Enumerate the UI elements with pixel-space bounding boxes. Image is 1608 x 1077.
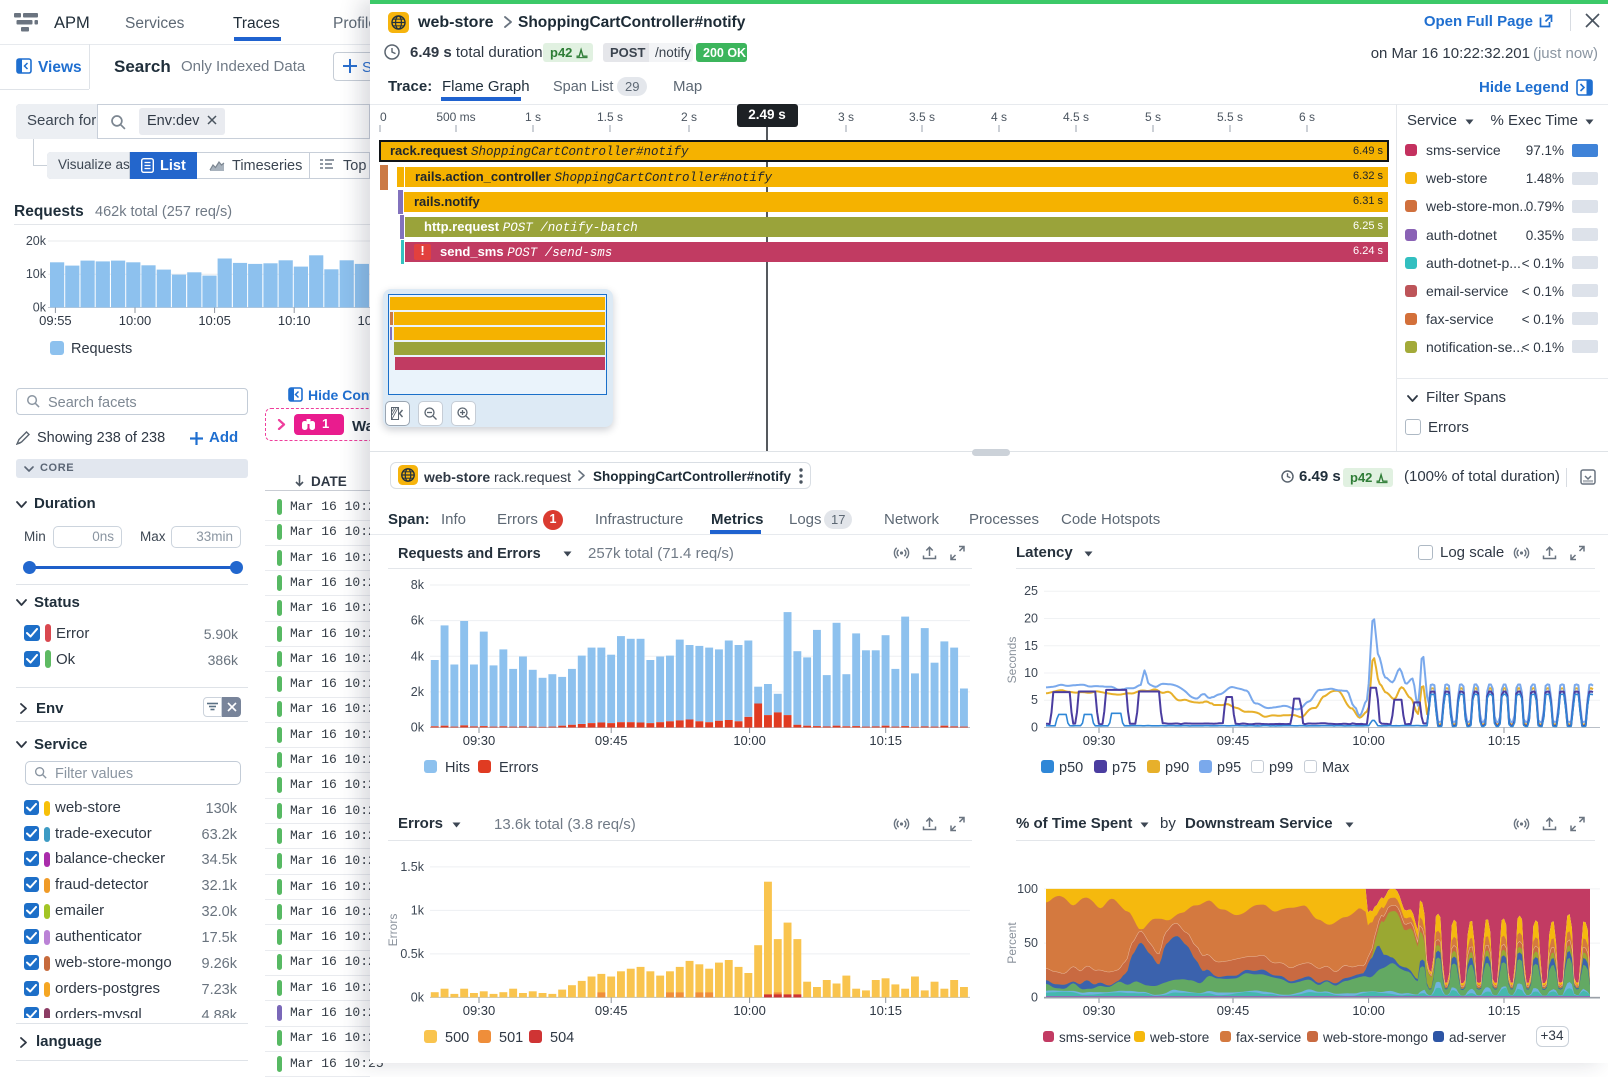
svg-text:Percent: Percent <box>1005 922 1019 964</box>
svg-text:0.5k: 0.5k <box>400 947 424 961</box>
svg-text:09:45: 09:45 <box>595 1003 628 1018</box>
svg-text:09:45: 09:45 <box>595 733 628 748</box>
svg-text:09:30: 09:30 <box>463 733 496 748</box>
svg-text:6k: 6k <box>411 614 425 628</box>
svg-text:10:00: 10:00 <box>733 1003 766 1018</box>
svg-text:Errors: Errors <box>386 914 400 947</box>
svg-text:09:30: 09:30 <box>463 1003 496 1018</box>
svg-text:10: 10 <box>1024 666 1038 680</box>
svg-text:10:15: 10:15 <box>869 733 902 748</box>
svg-text:0k: 0k <box>411 721 425 735</box>
svg-text:10:15: 10:15 <box>1488 1003 1521 1018</box>
svg-text:100: 100 <box>1017 882 1038 896</box>
svg-text:0: 0 <box>1031 721 1038 735</box>
svg-text:09:45: 09:45 <box>1217 733 1250 748</box>
svg-text:10:15: 10:15 <box>869 1003 902 1018</box>
svg-text:10:00: 10:00 <box>1352 1003 1385 1018</box>
svg-text:10:00: 10:00 <box>733 733 766 748</box>
svg-text:1k: 1k <box>411 903 425 917</box>
svg-text:0k: 0k <box>411 990 425 1004</box>
svg-text:8k: 8k <box>411 578 425 592</box>
svg-text:09:30: 09:30 <box>1083 733 1116 748</box>
svg-text:20: 20 <box>1024 612 1038 626</box>
svg-text:10:00: 10:00 <box>1352 733 1385 748</box>
svg-text:1.5k: 1.5k <box>400 860 424 874</box>
svg-text:5: 5 <box>1031 693 1038 707</box>
svg-text:4k: 4k <box>411 649 425 663</box>
svg-text:09:30: 09:30 <box>1083 1003 1116 1018</box>
svg-text:Seconds: Seconds <box>1005 637 1019 684</box>
svg-text:25: 25 <box>1024 584 1038 598</box>
svg-text:2k: 2k <box>411 685 425 699</box>
svg-text:09:45: 09:45 <box>1217 1003 1250 1018</box>
svg-text:10:15: 10:15 <box>1488 733 1521 748</box>
svg-text:15: 15 <box>1024 639 1038 653</box>
svg-text:0: 0 <box>1031 990 1038 1004</box>
svg-text:50: 50 <box>1024 936 1038 950</box>
